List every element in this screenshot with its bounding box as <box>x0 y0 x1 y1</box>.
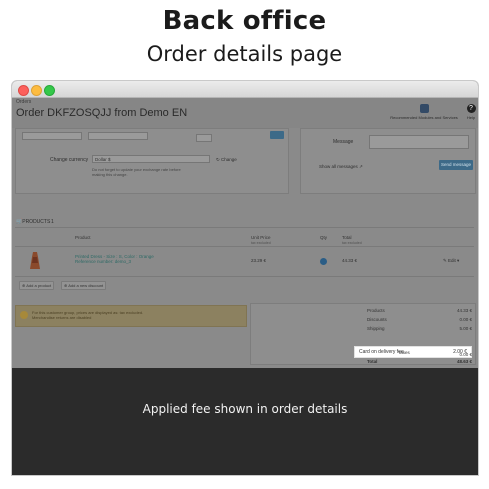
col-product: Product <box>75 235 91 240</box>
minimize-window-icon[interactable] <box>31 85 42 96</box>
breadcrumb[interactable]: Orders <box>16 99 31 105</box>
messages-panel: Message Show all messages ↗ Send message <box>300 128 476 194</box>
product-edit-button[interactable]: ✎ Edit ▾ <box>443 258 459 264</box>
add-discount-button[interactable]: ⊕ Add a new discount <box>61 281 107 290</box>
currency-select[interactable]: Dollar $ <box>92 155 210 163</box>
col-unit-price: Unit Price <box>251 235 271 240</box>
col-total-sub: tax excluded <box>342 241 362 245</box>
products-section-label: 🛒PRODUCTS <box>16 219 51 225</box>
product-unit-price: 23.29 € <box>251 258 267 263</box>
browser-window: Orders Order DKFZOSQJJ from Demo EN Reco… <box>12 81 478 475</box>
help-button[interactable]: ? Help <box>464 104 478 120</box>
help-icon: ? <box>466 104 476 113</box>
totals-discounts-value: 0.00 € <box>459 317 472 322</box>
totals-shipping-value: 5.00 € <box>459 326 472 331</box>
maximize-window-icon[interactable] <box>44 85 55 96</box>
tax-warning-alert: For this customer group, prices are disp… <box>15 305 247 327</box>
caption-banner: Applied fee shown in order details <box>12 368 478 475</box>
top-field-1[interactable] <box>22 132 82 140</box>
col-unit-price-sub: tax excluded <box>251 241 271 245</box>
product-total: 44.33 € <box>342 258 358 263</box>
close-window-icon[interactable] <box>18 85 29 96</box>
page-title: Order DKFZOSQJJ from Demo EN <box>16 107 188 119</box>
promo-title: Back office <box>162 6 327 36</box>
product-qty-badge <box>320 258 327 265</box>
top-select[interactable] <box>196 134 212 142</box>
warning-icon <box>20 311 28 319</box>
window-titlebar <box>12 81 478 98</box>
totals-products-value: 44.33 € <box>456 308 472 313</box>
totals-shipping-label: Shipping <box>367 326 385 331</box>
section-divider <box>15 227 474 228</box>
products-panel: 🛒PRODUCTS 1 Product Unit Price tax exclu… <box>15 218 474 302</box>
currency-panel: Change currency Dollar $ ↻ Change Do not… <box>15 128 289 194</box>
change-currency-button[interactable]: ↻ Change <box>216 157 237 163</box>
top-field-2[interactable] <box>88 132 148 140</box>
recommended-modules-button[interactable]: Recommended Modules and Services <box>384 104 464 120</box>
totals-discounts-label: Discounts <box>367 317 387 322</box>
col-qty: Qty <box>320 235 328 240</box>
chevron-down-icon: ▾ <box>455 258 460 263</box>
row-divider <box>15 276 474 277</box>
totals-total-label: Total <box>367 359 378 364</box>
puzzle-icon <box>419 104 429 113</box>
totals-total-value: 48.63 € <box>456 359 472 364</box>
product-thumbnail <box>30 252 40 269</box>
warning-text: For this customer group, prices are disp… <box>32 310 144 320</box>
back-office-app: Orders Order DKFZOSQJJ from Demo EN Reco… <box>12 98 478 368</box>
totals-products-label: Products <box>367 308 385 313</box>
products-count-badge: 1 <box>51 219 54 225</box>
caption-text: Applied fee shown in order details <box>142 402 348 416</box>
top-submit-button[interactable] <box>270 131 284 139</box>
product-name-link[interactable]: Printed Dress - Size : S, Color : Orange… <box>75 254 154 264</box>
col-total: Total <box>342 235 352 240</box>
external-link-icon: ↗ <box>357 164 363 169</box>
recommended-modules-label: Recommended Modules and Services <box>390 115 458 120</box>
page-header: Orders Order DKFZOSQJJ from Demo EN Reco… <box>12 98 478 128</box>
message-label: Message <box>333 139 354 145</box>
change-currency-label: Change currency <box>50 157 89 163</box>
add-product-button[interactable]: ⊕ Add a product <box>19 281 55 290</box>
totals-taxes-value: 0.00 € <box>459 352 472 357</box>
card-on-delivery-fee-row: Card on delivery fee 2.00 € <box>354 346 472 358</box>
show-all-messages-link[interactable]: Show all messages ↗ <box>319 164 363 170</box>
totals-taxes-label: Taxes <box>398 350 410 355</box>
help-label: Help <box>466 115 476 120</box>
promo-subtitle: Order details page <box>146 42 343 66</box>
send-message-button[interactable]: Send message <box>439 160 473 170</box>
header-divider <box>15 246 474 247</box>
currency-help-text: Do not forget to update your exchange ra… <box>92 167 181 177</box>
message-textarea[interactable] <box>369 135 469 149</box>
